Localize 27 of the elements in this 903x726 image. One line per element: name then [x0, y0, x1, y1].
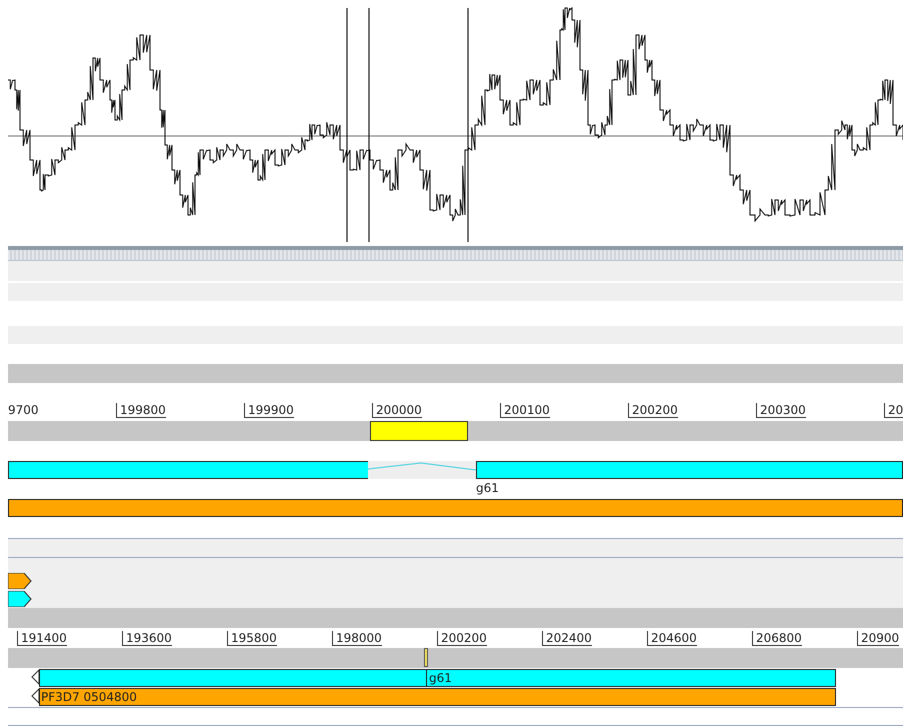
- feature-label: g61: [429, 671, 452, 685]
- selection-marker[interactable]: [424, 648, 428, 667]
- ruler-tick: 193600: [122, 631, 172, 646]
- ruler-tick: 206800: [752, 631, 802, 646]
- ruler-tick: 200200: [437, 631, 487, 646]
- ruler-tick: 204600: [647, 631, 697, 646]
- exon-feature[interactable]: [8, 461, 370, 479]
- ruler-tick: 199800: [116, 403, 166, 418]
- ruler-tick: 202400: [542, 631, 592, 646]
- ruler-tick: 200300: [756, 403, 806, 418]
- ruler-tick: 200200: [628, 403, 678, 418]
- gene-feature[interactable]: g61: [39, 669, 836, 687]
- ruler-tick: 195800: [227, 631, 277, 646]
- gene-feature[interactable]: PF3D7 0504800: [39, 688, 836, 706]
- ruler-tick: 9700: [8, 403, 39, 417]
- exon-feature[interactable]: [476, 461, 903, 479]
- ruler-tick: 198000: [332, 631, 382, 646]
- gene-feature[interactable]: [8, 499, 903, 517]
- ruler-tick: 191400: [17, 631, 67, 646]
- ruler-tick: 199900: [244, 403, 294, 418]
- ruler-tick: 20900: [857, 631, 900, 646]
- feature-label: PF3D7 0504800: [41, 690, 137, 704]
- selection-box[interactable]: [370, 421, 468, 441]
- ruler-tick: 20: [884, 403, 903, 418]
- ruler-tick: 200100: [500, 403, 550, 418]
- feature-label: g61: [476, 481, 499, 495]
- ruler-tick: 200000: [372, 403, 422, 418]
